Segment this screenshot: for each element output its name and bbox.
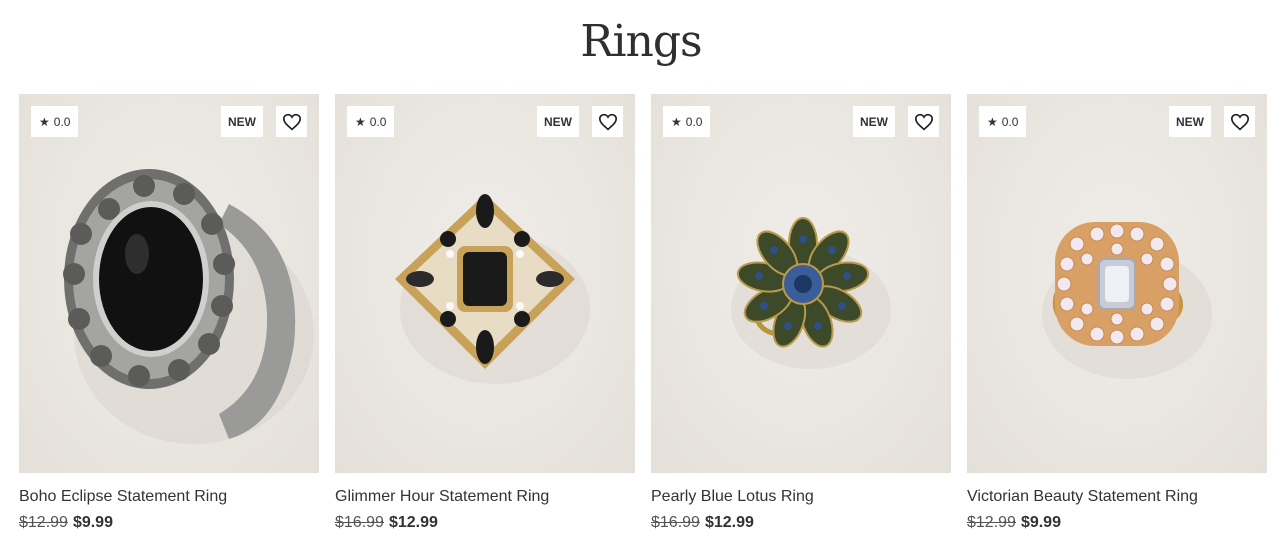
product-card[interactable]: ★ 0.0 NEW Pearly Blue Lotus Ring $16.99 … [651, 94, 951, 533]
star-icon: ★ [355, 114, 366, 129]
blue-flower-ring-icon [731, 217, 891, 369]
star-icon: ★ [39, 114, 50, 129]
rating-value: 0.0 [53, 114, 71, 129]
price-row: $12.99 $9.99 [967, 513, 1267, 533]
product-name[interactable]: Victorian Beauty Statement Ring [967, 487, 1267, 507]
sale-price: $9.99 [72, 514, 113, 531]
product-card[interactable]: ★ 0.0 NEW Boho Eclipse Statement Ring $1… [19, 94, 319, 533]
product-name[interactable]: Glimmer Hour Statement Ring [335, 487, 635, 507]
product-card[interactable]: ★ 0.0 NEW Glimmer Hour Statement Ring $1… [335, 94, 635, 533]
rating-value: 0.0 [369, 114, 387, 129]
product-image[interactable]: ★ 0.0 NEW [335, 94, 635, 473]
rating-value: 0.0 [685, 114, 703, 129]
rating-value: 0.0 [1001, 114, 1019, 129]
clear-crystal-gold-ring-icon [1042, 222, 1212, 379]
original-price: $16.99 [651, 514, 700, 531]
product-image[interactable]: ★ 0.0 NEW [967, 94, 1267, 473]
product-image[interactable]: ★ 0.0 NEW [651, 94, 951, 473]
product-name[interactable]: Pearly Blue Lotus Ring [651, 487, 951, 507]
product-grid: ★ 0.0 NEW Boho Eclipse Statement Ring $1… [19, 94, 1267, 533]
product-image[interactable]: ★ 0.0 NEW [19, 94, 319, 473]
rating-badge: ★ 0.0 [979, 106, 1027, 137]
new-badge: NEW [1169, 106, 1211, 137]
page-title: Rings [580, 16, 702, 67]
new-badge: NEW [537, 106, 579, 137]
star-icon: ★ [671, 114, 682, 129]
new-badge: NEW [853, 106, 895, 137]
product-card[interactable]: ★ 0.0 NEW Victorian Beauty Statement Rin… [967, 94, 1267, 533]
price-row: $16.99 $12.99 [651, 513, 951, 533]
heart-icon [914, 113, 933, 130]
price-row: $12.99 $9.99 [19, 513, 319, 533]
black-crystal-gold-ring-icon [395, 194, 590, 384]
new-badge: NEW [221, 106, 263, 137]
sale-price: $12.99 [704, 514, 754, 531]
original-price: $16.99 [335, 514, 384, 531]
wishlist-button[interactable] [1224, 106, 1255, 137]
wishlist-button[interactable] [276, 106, 307, 137]
sale-price: $12.99 [388, 514, 438, 531]
price-row: $16.99 $12.99 [335, 513, 635, 533]
heart-icon [598, 113, 617, 130]
original-price: $12.99 [967, 514, 1016, 531]
product-name[interactable]: Boho Eclipse Statement Ring [19, 487, 319, 507]
black-oval-stone-silver-ring-icon [63, 169, 314, 444]
heart-icon [1230, 113, 1249, 130]
rating-badge: ★ 0.0 [31, 106, 79, 137]
rating-badge: ★ 0.0 [347, 106, 395, 137]
sale-price: $9.99 [1020, 514, 1061, 531]
rating-badge: ★ 0.0 [663, 106, 711, 137]
star-icon: ★ [987, 114, 998, 129]
original-price: $12.99 [19, 514, 68, 531]
wishlist-button[interactable] [592, 106, 623, 137]
wishlist-button[interactable] [908, 106, 939, 137]
heart-icon [282, 113, 301, 130]
